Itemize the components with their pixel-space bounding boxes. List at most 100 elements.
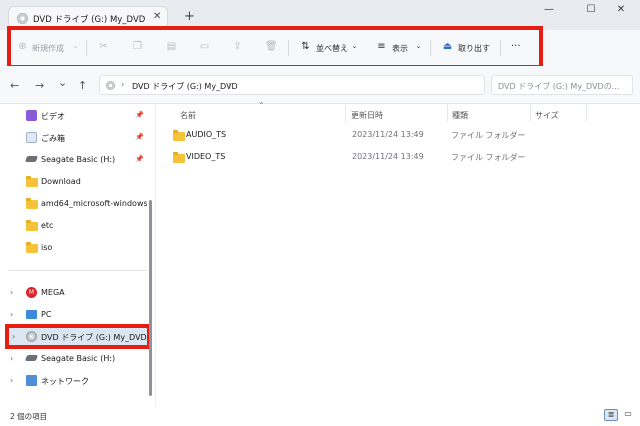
item-count: 2 個の項目: [10, 412, 48, 421]
sidebar-item-label: Seagate Basic (H:): [41, 155, 116, 164]
sidebar-item-seagate[interactable]: › Seagate Basic (H:): [0, 349, 148, 369]
file-modified: 2023/11/24 13:49: [352, 152, 424, 161]
more-options-button[interactable]: ···: [511, 41, 521, 52]
recent-locations-button[interactable]: ⌄: [58, 76, 67, 89]
column-header-type[interactable]: 種類: [452, 110, 468, 121]
paste-icon[interactable]: ▤: [166, 41, 177, 52]
sidebar-item-label: ビデオ: [41, 112, 65, 121]
drive-icon: [24, 355, 39, 361]
chevron-right-icon[interactable]: ›: [10, 310, 13, 319]
rename-icon[interactable]: ▭: [199, 41, 210, 52]
sidebar-item-mega[interactable]: › M MEGA: [0, 283, 148, 303]
folder-icon: [26, 198, 38, 209]
tiles-view-button[interactable]: ▭: [621, 409, 635, 421]
chevron-right-icon[interactable]: ›: [10, 376, 13, 385]
folder-icon: [26, 220, 38, 231]
sidebar-item-label: Download: [41, 177, 81, 186]
column-header-size[interactable]: サイズ: [535, 110, 559, 121]
cut-icon[interactable]: ✂: [98, 41, 109, 52]
sidebar-item-dvd-drive[interactable]: › DVD ドライブ (G:) My_DVD: [0, 327, 148, 347]
toolbar-divider: [86, 40, 87, 56]
table-row[interactable]: VIDEO_TS 2023/11/24 13:49 ファイル フォルダー: [165, 148, 625, 166]
status-bar: [0, 406, 640, 426]
column-divider[interactable]: [345, 104, 346, 122]
sidebar-item-label: Seagate Basic (H:): [41, 354, 116, 363]
sidebar-item-label: iso: [41, 243, 53, 252]
new-tab-button[interactable]: +: [184, 9, 195, 24]
network-icon: [26, 375, 37, 386]
column-header-modified[interactable]: 更新日時: [351, 110, 383, 121]
folder-icon: [173, 152, 185, 163]
file-name: AUDIO_TS: [186, 130, 227, 139]
new-button[interactable]: 新規作成: [32, 43, 64, 54]
forward-button[interactable]: →: [35, 79, 44, 92]
breadcrumb-chevron-icon[interactable]: ›: [228, 80, 231, 89]
maximize-button[interactable]: ☐: [580, 4, 602, 15]
sidebar-item-label: ネットワーク: [41, 377, 89, 386]
toolbar-divider: [430, 40, 431, 56]
column-header-name[interactable]: 名前: [180, 110, 196, 121]
sidebar-item-download[interactable]: Download: [0, 172, 148, 192]
toolbar-divider: [500, 40, 501, 56]
folder-icon: [173, 130, 185, 141]
pin-icon[interactable]: 📌: [135, 155, 144, 163]
pin-icon[interactable]: 📌: [135, 133, 144, 141]
view-button[interactable]: 表示: [392, 43, 408, 54]
sidebar-item-network[interactable]: › ネットワーク: [0, 371, 148, 391]
minimize-button[interactable]: —: [538, 4, 560, 15]
sidebar-item-video[interactable]: ビデオ 📌: [0, 106, 148, 126]
close-window-button[interactable]: ✕: [610, 4, 632, 15]
file-type: ファイル フォルダー: [451, 131, 526, 140]
dvd-icon: [26, 331, 37, 342]
sort-button[interactable]: 並べ替え: [316, 43, 348, 54]
sidebar-item-seagate-pinned[interactable]: Seagate Basic (H:) 📌: [0, 150, 148, 170]
sidebar-item-label: etc: [41, 221, 54, 230]
delete-icon[interactable]: 🗑: [265, 41, 278, 52]
eject-button[interactable]: 取り出す: [458, 43, 490, 54]
chevron-down-icon: ⌄: [72, 42, 79, 50]
file-modified: 2023/11/24 13:49: [352, 130, 424, 139]
up-button[interactable]: ↑: [78, 79, 87, 92]
tab-title: DVD ドライブ (G:) My_DVD: [33, 15, 146, 25]
sidebar-item-amd64[interactable]: amd64_microsoft-windows-w: [0, 194, 148, 214]
sidebar-item-recycle-bin[interactable]: ごみ箱 📌: [0, 128, 148, 148]
video-folder-icon: [26, 110, 37, 121]
chevron-right-icon[interactable]: ›: [12, 332, 15, 341]
sidebar-item-label: amd64_microsoft-windows-w: [41, 199, 147, 208]
breadcrumb[interactable]: DVD ドライブ (G:) My_DVD: [132, 81, 238, 92]
copy-icon[interactable]: ❐: [132, 41, 143, 52]
back-button[interactable]: ←: [10, 79, 19, 92]
sidebar-scrollbar[interactable]: [149, 200, 152, 396]
sort-icon: ⇅: [301, 41, 310, 52]
new-icon: ⊕: [18, 41, 27, 52]
folder-icon: [26, 242, 38, 253]
table-row[interactable]: AUDIO_TS 2023/11/24 13:49 ファイル フォルダー: [165, 126, 625, 144]
chevron-right-icon[interactable]: ›: [10, 354, 13, 363]
sidebar-divider: [8, 270, 148, 271]
details-view-button[interactable]: ≣: [604, 409, 618, 421]
sidebar-item-label: DVD ドライブ (G:) My_DVD: [41, 333, 147, 342]
search-box[interactable]: DVD ドライブ (G:) My_DVDの...: [491, 75, 633, 95]
tab-close-icon[interactable]: ✕: [153, 11, 161, 22]
sidebar-item-label: ごみ箱: [41, 134, 65, 143]
chevron-down-icon: ⌄: [415, 42, 422, 50]
chevron-right-icon[interactable]: ›: [10, 288, 13, 297]
pin-icon[interactable]: 📌: [135, 111, 144, 119]
address-bar[interactable]: › DVD ドライブ (G:) My_DVD ›: [99, 75, 485, 95]
file-type: ファイル フォルダー: [451, 153, 526, 162]
sidebar-item-iso[interactable]: iso: [0, 238, 148, 258]
search-placeholder: DVD ドライブ (G:) My_DVDの...: [498, 82, 620, 91]
pc-icon: [26, 310, 37, 319]
eject-icon: ⏏: [442, 41, 453, 52]
mega-icon: M: [26, 287, 37, 298]
column-divider[interactable]: [447, 104, 448, 122]
column-divider[interactable]: [530, 104, 531, 122]
drive-icon: [24, 156, 39, 162]
breadcrumb-chevron-icon: ›: [121, 80, 125, 89]
sidebar-item-etc[interactable]: etc: [0, 216, 148, 236]
folder-icon: [26, 176, 38, 187]
column-divider[interactable]: [586, 104, 587, 122]
share-icon[interactable]: ⇪: [232, 41, 243, 52]
sidebar-item-label: PC: [41, 310, 52, 319]
sidebar-item-pc[interactable]: › PC: [0, 305, 148, 325]
